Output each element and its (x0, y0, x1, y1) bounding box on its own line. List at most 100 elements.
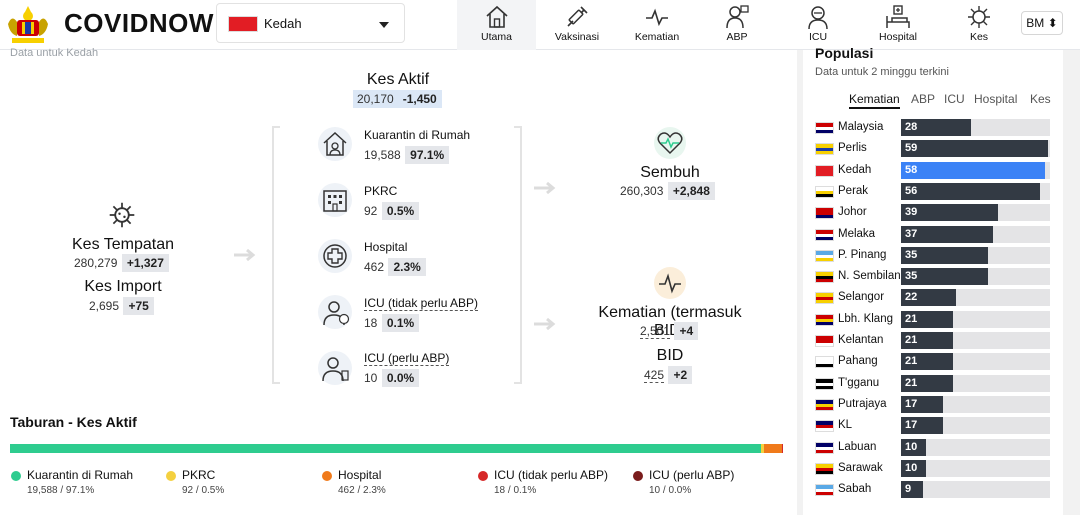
nav-tab-vaksinasi[interactable]: Vaksinasi (540, 0, 614, 50)
distribution-segment (764, 444, 783, 453)
state-flag-icon (815, 185, 834, 198)
state-bar-track: 9 (901, 481, 1050, 499)
tab-kematian[interactable]: Kematian (849, 92, 900, 109)
kematian-value[interactable]: 2,501 (640, 324, 671, 339)
virus-icon (106, 199, 138, 236)
state-row[interactable]: Sarawak 10 (815, 459, 1055, 478)
state-row[interactable]: Pahang 21 (815, 353, 1055, 371)
state-bar-value: 35 (905, 270, 918, 283)
item-icu-abp-label[interactable]: ICU (perlu ABP) (364, 351, 450, 366)
state-row[interactable]: P. Pinang 35 (815, 246, 1055, 265)
state-bar-track: 21 (901, 310, 1050, 328)
nav-tab-icu[interactable]: ICU (782, 0, 854, 50)
nav-tab-utama[interactable]: Utama (457, 0, 536, 50)
item-value: 10 (364, 371, 378, 385)
item-icu-abp-stat: 10 0.0% (364, 369, 420, 387)
state-row[interactable]: Melaka 37 (815, 225, 1055, 244)
icu-patient-icon (318, 295, 352, 329)
state-bar: 35 (901, 268, 988, 286)
nav-tab-kes[interactable]: Kes (943, 0, 1015, 50)
tab-kes[interactable]: Kes (1030, 92, 1051, 106)
sembuh-value: 260,303 (620, 184, 664, 198)
state-bar: 9 (901, 481, 924, 499)
state-bar: 21 (901, 374, 954, 392)
state-bar-value: 21 (905, 312, 918, 325)
state-row[interactable]: Perlis 59 (815, 140, 1055, 158)
state-bar-value: 10 (905, 440, 918, 453)
left-subtitle: Data untuk Kedah (10, 47, 99, 59)
state-row[interactable]: Labuan 10 (815, 438, 1055, 457)
state-bar-track: 39 (901, 204, 1050, 222)
state-name: Kedah (838, 163, 872, 176)
nav-tab-kematian[interactable]: Kematian (620, 0, 694, 50)
ventilator-icon (726, 5, 749, 29)
bid-value[interactable]: 425 (644, 368, 665, 383)
legend-name: ICU (tidak perlu ABP) (494, 468, 609, 482)
state-flag-icon (815, 377, 834, 390)
language-select[interactable]: BM ⬍ (1021, 11, 1063, 35)
state-dropdown[interactable]: Kedah (216, 3, 405, 43)
arrow-right-icon (534, 317, 556, 331)
state-name: KL (838, 419, 853, 432)
nav-tab-abp[interactable]: ABP (701, 0, 773, 50)
item-icu-no-abp-label[interactable]: ICU (tidak perlu ABP) (364, 296, 479, 311)
legend-dot (11, 471, 21, 481)
item-hospital-label: Hospital (364, 240, 408, 254)
nav-tab-hospital[interactable]: Hospital (862, 0, 934, 50)
state-row[interactable]: Selangor 22 (815, 289, 1055, 307)
arrow-right-icon (534, 181, 556, 195)
kes-aktif-stat: 20,170 -1,450 (353, 90, 442, 108)
coat-of-arms-logo (2, 2, 54, 46)
bracket-left (272, 126, 280, 384)
state-name: Lbh. Klang (838, 312, 893, 325)
nav-tab-label: Vaksinasi (554, 31, 600, 43)
distribution-title: Taburan - Kes Aktif (10, 414, 137, 430)
state-bar-track: 28 (901, 119, 1050, 136)
state-row[interactable]: T'gganu 21 (815, 374, 1055, 393)
state-row[interactable]: Sabah 9 (815, 481, 1055, 499)
state-row[interactable]: Johor 39 (815, 204, 1055, 222)
tab-hospital[interactable]: Hospital (974, 92, 1017, 106)
state-bar-value: 17 (905, 419, 918, 432)
tab-abp[interactable]: ABP (911, 92, 935, 106)
item-value: 92 (364, 204, 378, 218)
state-name: Kelantan (838, 334, 884, 346)
nav-tab-label: ICU (808, 31, 828, 43)
state-row[interactable]: N. Sembilan 35 (815, 268, 1055, 286)
state-name: P. Pinang (838, 248, 887, 261)
heart-pulse-icon (654, 127, 686, 159)
state-row[interactable]: KL 17 (815, 417, 1055, 435)
state-row[interactable]: Kedah 58 (815, 161, 1055, 180)
state-bar: 17 (901, 417, 944, 435)
state-bar-track: 56 (901, 182, 1050, 200)
building-icon (318, 183, 352, 217)
state-row[interactable]: Lbh. Klang 21 (815, 310, 1055, 329)
legend-value: 18 / 0.1% (494, 485, 537, 496)
brand-title[interactable]: COVIDNOW (64, 8, 214, 39)
item-value: 18 (364, 316, 378, 330)
bid-stat: 425 +2 (644, 366, 693, 384)
state-bar-value: 39 (905, 206, 918, 219)
kes-tempatan-label: Kes Tempatan (72, 236, 174, 253)
state-flag-icon (815, 398, 834, 411)
state-bar-track: 35 (901, 268, 1050, 286)
tab-icu[interactable]: ICU (944, 92, 965, 106)
state-row[interactable]: Kelantan 21 (815, 332, 1055, 350)
state-row[interactable]: Malaysia 28 (815, 119, 1055, 137)
legend-value: 10 / 0.0% (649, 485, 692, 496)
chevron-down-icon (379, 22, 389, 28)
state-flag-icon (815, 313, 834, 326)
state-bar-value: 28 (905, 121, 918, 133)
medical-cross-icon (318, 239, 352, 273)
state-name: Malaysia (838, 121, 884, 133)
kes-import-stat: 2,695 +75 (89, 297, 154, 315)
item-value: 462 (364, 260, 385, 274)
legend-value: 462 / 2.3% (338, 485, 386, 496)
kes-import-value: 2,695 (89, 299, 120, 313)
state-row[interactable]: Putrajaya 17 (815, 395, 1055, 414)
state-bar: 35 (901, 246, 988, 264)
state-bar-track: 17 (901, 395, 1050, 413)
state-bar: 10 (901, 459, 926, 477)
state-row[interactable]: Perak 56 (815, 182, 1055, 201)
pulse-icon (646, 8, 668, 27)
